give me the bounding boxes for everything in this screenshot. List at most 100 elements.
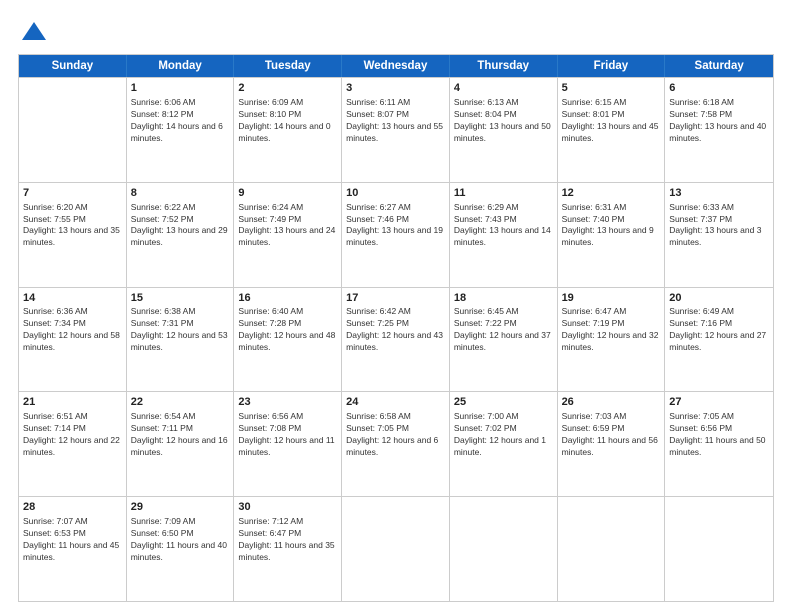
cell-day-number: 18 [454, 291, 553, 306]
calendar-cell: 13Sunrise: 6:33 AMSunset: 7:37 PMDayligh… [665, 183, 773, 287]
cell-info: Sunrise: 6:22 AMSunset: 7:52 PMDaylight:… [131, 202, 230, 250]
calendar-cell: 16Sunrise: 6:40 AMSunset: 7:28 PMDayligh… [234, 288, 342, 392]
calendar-cell: 23Sunrise: 6:56 AMSunset: 7:08 PMDayligh… [234, 392, 342, 496]
cell-day-number: 16 [238, 291, 337, 306]
cell-day-number: 5 [562, 81, 661, 96]
weekday-header-sunday: Sunday [19, 55, 127, 77]
calendar-cell: 21Sunrise: 6:51 AMSunset: 7:14 PMDayligh… [19, 392, 127, 496]
cell-day-number: 25 [454, 395, 553, 410]
calendar-cell: 14Sunrise: 6:36 AMSunset: 7:34 PMDayligh… [19, 288, 127, 392]
calendar-cell: 10Sunrise: 6:27 AMSunset: 7:46 PMDayligh… [342, 183, 450, 287]
cell-info: Sunrise: 7:12 AMSunset: 6:47 PMDaylight:… [238, 516, 337, 564]
cell-info: Sunrise: 6:27 AMSunset: 7:46 PMDaylight:… [346, 202, 445, 250]
calendar-cell [342, 497, 450, 601]
cell-day-number: 19 [562, 291, 661, 306]
calendar-cell: 20Sunrise: 6:49 AMSunset: 7:16 PMDayligh… [665, 288, 773, 392]
cell-day-number: 14 [23, 291, 122, 306]
weekday-header-monday: Monday [127, 55, 235, 77]
cell-info: Sunrise: 6:31 AMSunset: 7:40 PMDaylight:… [562, 202, 661, 250]
cell-day-number: 23 [238, 395, 337, 410]
calendar-cell: 29Sunrise: 7:09 AMSunset: 6:50 PMDayligh… [127, 497, 235, 601]
calendar-cell: 28Sunrise: 7:07 AMSunset: 6:53 PMDayligh… [19, 497, 127, 601]
calendar-cell: 24Sunrise: 6:58 AMSunset: 7:05 PMDayligh… [342, 392, 450, 496]
calendar-row-1: 7Sunrise: 6:20 AMSunset: 7:55 PMDaylight… [19, 182, 773, 287]
cell-day-number: 8 [131, 186, 230, 201]
cell-day-number: 27 [669, 395, 769, 410]
calendar-header: SundayMondayTuesdayWednesdayThursdayFrid… [19, 55, 773, 77]
cell-day-number: 21 [23, 395, 122, 410]
cell-info: Sunrise: 7:09 AMSunset: 6:50 PMDaylight:… [131, 516, 230, 564]
weekday-header-tuesday: Tuesday [234, 55, 342, 77]
cell-info: Sunrise: 6:15 AMSunset: 8:01 PMDaylight:… [562, 97, 661, 145]
calendar-cell: 18Sunrise: 6:45 AMSunset: 7:22 PMDayligh… [450, 288, 558, 392]
calendar-cell [450, 497, 558, 601]
calendar-cell: 2Sunrise: 6:09 AMSunset: 8:10 PMDaylight… [234, 78, 342, 182]
calendar-cell: 26Sunrise: 7:03 AMSunset: 6:59 PMDayligh… [558, 392, 666, 496]
calendar-cell: 19Sunrise: 6:47 AMSunset: 7:19 PMDayligh… [558, 288, 666, 392]
cell-day-number: 11 [454, 186, 553, 201]
cell-info: Sunrise: 6:56 AMSunset: 7:08 PMDaylight:… [238, 411, 337, 459]
cell-day-number: 2 [238, 81, 337, 96]
cell-day-number: 4 [454, 81, 553, 96]
calendar-cell: 25Sunrise: 7:00 AMSunset: 7:02 PMDayligh… [450, 392, 558, 496]
calendar-cell [558, 497, 666, 601]
cell-day-number: 22 [131, 395, 230, 410]
cell-info: Sunrise: 6:42 AMSunset: 7:25 PMDaylight:… [346, 306, 445, 354]
cell-day-number: 15 [131, 291, 230, 306]
cell-day-number: 20 [669, 291, 769, 306]
calendar-cell: 3Sunrise: 6:11 AMSunset: 8:07 PMDaylight… [342, 78, 450, 182]
cell-info: Sunrise: 6:18 AMSunset: 7:58 PMDaylight:… [669, 97, 769, 145]
cell-info: Sunrise: 6:33 AMSunset: 7:37 PMDaylight:… [669, 202, 769, 250]
cell-info: Sunrise: 6:06 AMSunset: 8:12 PMDaylight:… [131, 97, 230, 145]
calendar-cell: 8Sunrise: 6:22 AMSunset: 7:52 PMDaylight… [127, 183, 235, 287]
calendar-cell: 30Sunrise: 7:12 AMSunset: 6:47 PMDayligh… [234, 497, 342, 601]
calendar-row-3: 21Sunrise: 6:51 AMSunset: 7:14 PMDayligh… [19, 391, 773, 496]
cell-info: Sunrise: 6:11 AMSunset: 8:07 PMDaylight:… [346, 97, 445, 145]
page: SundayMondayTuesdayWednesdayThursdayFrid… [0, 0, 792, 612]
cell-info: Sunrise: 6:29 AMSunset: 7:43 PMDaylight:… [454, 202, 553, 250]
calendar-cell: 11Sunrise: 6:29 AMSunset: 7:43 PMDayligh… [450, 183, 558, 287]
header [18, 18, 774, 46]
cell-day-number: 10 [346, 186, 445, 201]
cell-info: Sunrise: 6:47 AMSunset: 7:19 PMDaylight:… [562, 306, 661, 354]
cell-day-number: 26 [562, 395, 661, 410]
cell-day-number: 29 [131, 500, 230, 515]
logo-icon [20, 18, 48, 46]
calendar-row-4: 28Sunrise: 7:07 AMSunset: 6:53 PMDayligh… [19, 496, 773, 601]
cell-info: Sunrise: 6:38 AMSunset: 7:31 PMDaylight:… [131, 306, 230, 354]
calendar-cell: 5Sunrise: 6:15 AMSunset: 8:01 PMDaylight… [558, 78, 666, 182]
calendar-body: 1Sunrise: 6:06 AMSunset: 8:12 PMDaylight… [19, 77, 773, 601]
calendar-cell [19, 78, 127, 182]
calendar-cell [665, 497, 773, 601]
calendar: SundayMondayTuesdayWednesdayThursdayFrid… [18, 54, 774, 602]
logo [18, 18, 48, 46]
calendar-cell: 9Sunrise: 6:24 AMSunset: 7:49 PMDaylight… [234, 183, 342, 287]
cell-day-number: 7 [23, 186, 122, 201]
cell-info: Sunrise: 6:49 AMSunset: 7:16 PMDaylight:… [669, 306, 769, 354]
cell-day-number: 13 [669, 186, 769, 201]
weekday-header-thursday: Thursday [450, 55, 558, 77]
cell-info: Sunrise: 6:13 AMSunset: 8:04 PMDaylight:… [454, 97, 553, 145]
cell-day-number: 1 [131, 81, 230, 96]
cell-day-number: 9 [238, 186, 337, 201]
cell-info: Sunrise: 6:58 AMSunset: 7:05 PMDaylight:… [346, 411, 445, 459]
cell-day-number: 28 [23, 500, 122, 515]
calendar-cell: 27Sunrise: 7:05 AMSunset: 6:56 PMDayligh… [665, 392, 773, 496]
calendar-cell: 6Sunrise: 6:18 AMSunset: 7:58 PMDaylight… [665, 78, 773, 182]
cell-info: Sunrise: 6:24 AMSunset: 7:49 PMDaylight:… [238, 202, 337, 250]
cell-info: Sunrise: 7:03 AMSunset: 6:59 PMDaylight:… [562, 411, 661, 459]
calendar-cell: 22Sunrise: 6:54 AMSunset: 7:11 PMDayligh… [127, 392, 235, 496]
calendar-cell: 12Sunrise: 6:31 AMSunset: 7:40 PMDayligh… [558, 183, 666, 287]
weekday-header-saturday: Saturday [665, 55, 773, 77]
calendar-cell: 1Sunrise: 6:06 AMSunset: 8:12 PMDaylight… [127, 78, 235, 182]
cell-day-number: 12 [562, 186, 661, 201]
cell-info: Sunrise: 7:07 AMSunset: 6:53 PMDaylight:… [23, 516, 122, 564]
calendar-cell: 15Sunrise: 6:38 AMSunset: 7:31 PMDayligh… [127, 288, 235, 392]
cell-day-number: 17 [346, 291, 445, 306]
calendar-row-2: 14Sunrise: 6:36 AMSunset: 7:34 PMDayligh… [19, 287, 773, 392]
cell-info: Sunrise: 6:45 AMSunset: 7:22 PMDaylight:… [454, 306, 553, 354]
cell-info: Sunrise: 6:54 AMSunset: 7:11 PMDaylight:… [131, 411, 230, 459]
cell-info: Sunrise: 6:36 AMSunset: 7:34 PMDaylight:… [23, 306, 122, 354]
weekday-header-wednesday: Wednesday [342, 55, 450, 77]
cell-day-number: 30 [238, 500, 337, 515]
